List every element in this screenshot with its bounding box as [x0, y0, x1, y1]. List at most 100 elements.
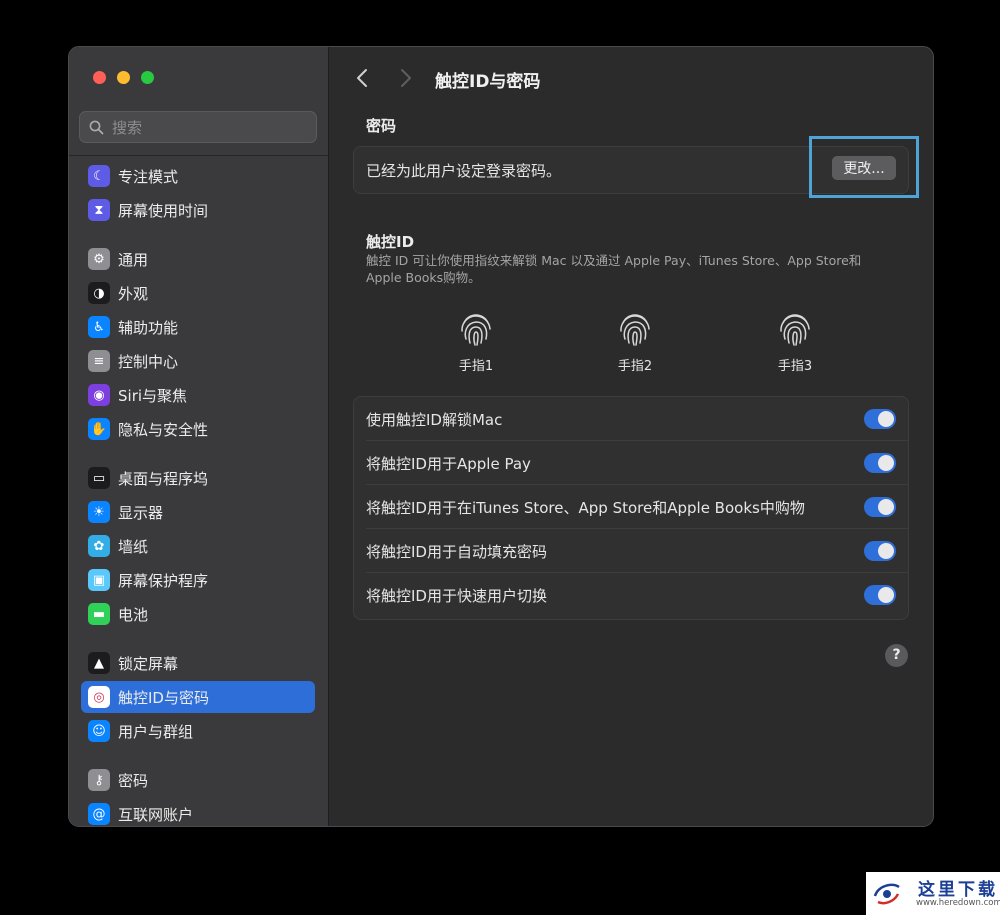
sidebar-item-label: 互联网账户 — [118, 806, 194, 824]
sun-icon: ☀ — [88, 501, 110, 523]
forward-button[interactable] — [395, 66, 415, 90]
toggle-knob — [878, 499, 894, 515]
finger-label: 手指3 — [777, 359, 813, 374]
zoom-window-button[interactable] — [141, 71, 154, 84]
fingerprint-icon — [461, 314, 491, 346]
users-icon: ☺ — [88, 720, 110, 742]
watermark-url: www.heredown.com — [916, 898, 1000, 908]
sidebar-item-label: 外观 — [118, 285, 149, 303]
store-purchases-toggle[interactable] — [864, 497, 896, 517]
option-label: 将触控ID用于快速用户切换 — [366, 587, 547, 605]
sidebar-item-label: Siri与聚焦 — [118, 387, 188, 405]
sidebar-item-label: 桌面与程序坞 — [118, 470, 209, 488]
sidebar-item-label: 屏幕使用时间 — [118, 202, 209, 220]
page-title: 触控ID与密码 — [435, 72, 541, 92]
control-center-icon: ≡ — [88, 350, 110, 372]
sidebar-item-16[interactable]: ☺ 用户与群组 — [81, 715, 315, 747]
touch-id-description: 触控 ID 可让你使用指纹来解锁 Mac 以及通过 Apple Pay、iTun… — [366, 253, 862, 285]
sidebar-item-9[interactable]: ▭ 桌面与程序坞 — [81, 462, 315, 494]
sidebar-item-label: 辅助功能 — [118, 319, 179, 337]
sidebar-item-5[interactable]: ♿ 辅助功能 — [81, 311, 315, 343]
option-row-autofill: 将触控ID用于自动填充密码 — [354, 529, 908, 573]
dock-icon: ▭ — [88, 467, 110, 489]
sidebar-item-10[interactable]: ☀ 显示器 — [81, 496, 315, 528]
password-section-title: 密码 — [366, 117, 397, 135]
sidebar-item-18[interactable]: @ 互联网账户 — [81, 798, 315, 826]
watermark-text: 这里下载 — [918, 880, 998, 900]
sidebar-item-label: 专注模式 — [118, 168, 179, 186]
autofill-toggle[interactable] — [864, 541, 896, 561]
option-row-user-switching: 将触控ID用于快速用户切换 — [354, 573, 908, 617]
toggle-knob — [878, 587, 894, 603]
toggle-knob — [878, 411, 894, 427]
search-input[interactable] — [110, 116, 304, 140]
gear-icon: ⚙ — [88, 248, 110, 270]
finger-label: 手指2 — [617, 359, 653, 374]
appearance-icon: ◑ — [88, 282, 110, 304]
option-row-unlock-mac: 使用触控ID解锁Mac — [354, 397, 908, 441]
sidebar-item-4[interactable]: ◑ 外观 — [81, 277, 315, 309]
sidebar-item-15[interactable]: ◎ 触控ID与密码 — [81, 681, 315, 713]
sidebar-item-label: 屏幕保护程序 — [118, 572, 209, 590]
option-label: 将触控ID用于在iTunes Store、App Store和Apple Boo… — [366, 499, 805, 517]
accessibility-icon: ♿ — [88, 316, 110, 338]
sidebar-item-12[interactable]: ▣ 屏幕保护程序 — [81, 564, 315, 596]
hand-icon: ✋ — [88, 418, 110, 440]
sidebar: ☾ 专注模式 ⧗ 屏幕使用时间 ⚙ 通用 ◑ 外观 ♿ 辅助功能 ≡ 控制中心 ◉ Siri与聚焦 ✋ 隐私与… — [69, 47, 329, 826]
settings-window: ☾ 专注模式 ⧗ 屏幕使用时间 ⚙ 通用 ◑ 外观 ♿ 辅助功能 ≡ 控制中心 ◉ Siri与聚焦 ✋ 隐私与… — [68, 46, 934, 827]
finger-3[interactable]: 手指3 — [755, 309, 835, 383]
touch-id-section-title: 触控ID — [366, 233, 415, 251]
sidebar-item-2[interactable]: ⧗ 屏幕使用时间 — [81, 194, 315, 226]
finger-label: 手指1 — [458, 359, 494, 374]
sidebar-item-label: 隐私与安全性 — [118, 421, 209, 439]
minimize-window-button[interactable] — [117, 71, 130, 84]
sidebar-item-label: 用户与群组 — [118, 723, 194, 741]
sidebar-item-6[interactable]: ≡ 控制中心 — [81, 345, 315, 377]
fingerprint-icon — [620, 314, 650, 346]
watermark: 这里下载 www.heredown.com — [866, 872, 1000, 915]
sidebar-item-3[interactable]: ⚙ 通用 — [81, 243, 315, 275]
option-label: 将触控ID用于Apple Pay — [366, 455, 531, 473]
sidebar-item-label: 触控ID与密码 — [118, 689, 209, 707]
finger-2[interactable]: 手指2 — [595, 309, 675, 383]
unlock-mac-toggle[interactable] — [864, 409, 896, 429]
moon-icon: ☾ — [88, 165, 110, 187]
option-row-store-purchases: 将触控ID用于在iTunes Store、App Store和Apple Boo… — [354, 485, 908, 529]
main-pane: 触控ID与密码 密码 已经为此用户设定登录密码。 更改... 触控ID 触控 I… — [329, 47, 933, 826]
toggle-knob — [878, 543, 894, 559]
toggle-knob — [878, 455, 894, 471]
sidebar-divider — [69, 155, 328, 156]
help-button[interactable]: ? — [885, 644, 908, 667]
sidebar-item-label: 墙纸 — [118, 538, 149, 556]
watermark-logo-icon — [873, 883, 900, 905]
touch-id-options-card: 使用触控ID解锁Mac 将触控ID用于Apple Pay 将触控ID用于在iTu… — [353, 396, 909, 620]
flower-icon: ✿ — [88, 535, 110, 557]
sidebar-item-1[interactable]: ☾ 专注模式 — [81, 160, 315, 192]
option-row-apple-pay: 将触控ID用于Apple Pay — [354, 441, 908, 485]
user-switching-toggle[interactable] — [864, 585, 896, 605]
lock-icon: ▲ — [88, 652, 110, 674]
sidebar-item-17[interactable]: ⚷ 密码 — [81, 764, 315, 796]
search-icon — [89, 120, 104, 135]
siri-icon: ◉ — [88, 384, 110, 406]
fingerprint-icon: ◎ — [88, 686, 110, 708]
screensaver-icon: ▣ — [88, 569, 110, 591]
sidebar-item-13[interactable]: ▬ 电池 — [81, 598, 315, 630]
close-window-button[interactable] — [93, 71, 106, 84]
sidebar-item-label: 锁定屏幕 — [118, 655, 179, 673]
sidebar-item-7[interactable]: ◉ Siri与聚焦 — [81, 379, 315, 411]
sidebar-item-label: 控制中心 — [118, 353, 179, 371]
sidebar-item-11[interactable]: ✿ 墙纸 — [81, 530, 315, 562]
sidebar-item-label: 通用 — [118, 251, 149, 269]
search-field[interactable] — [79, 111, 317, 143]
option-label: 使用触控ID解锁Mac — [366, 411, 503, 429]
back-button[interactable] — [353, 66, 373, 90]
fingerprint-icon — [780, 314, 810, 346]
highlight-box — [809, 136, 919, 198]
sidebar-item-8[interactable]: ✋ 隐私与安全性 — [81, 413, 315, 445]
sidebar-item-label: 电池 — [118, 606, 149, 624]
finger-1[interactable]: 手指1 — [436, 309, 516, 383]
sidebar-item-14[interactable]: ▲ 锁定屏幕 — [81, 647, 315, 679]
password-status-text: 已经为此用户设定登录密码。 — [366, 162, 562, 180]
apple-pay-toggle[interactable] — [864, 453, 896, 473]
